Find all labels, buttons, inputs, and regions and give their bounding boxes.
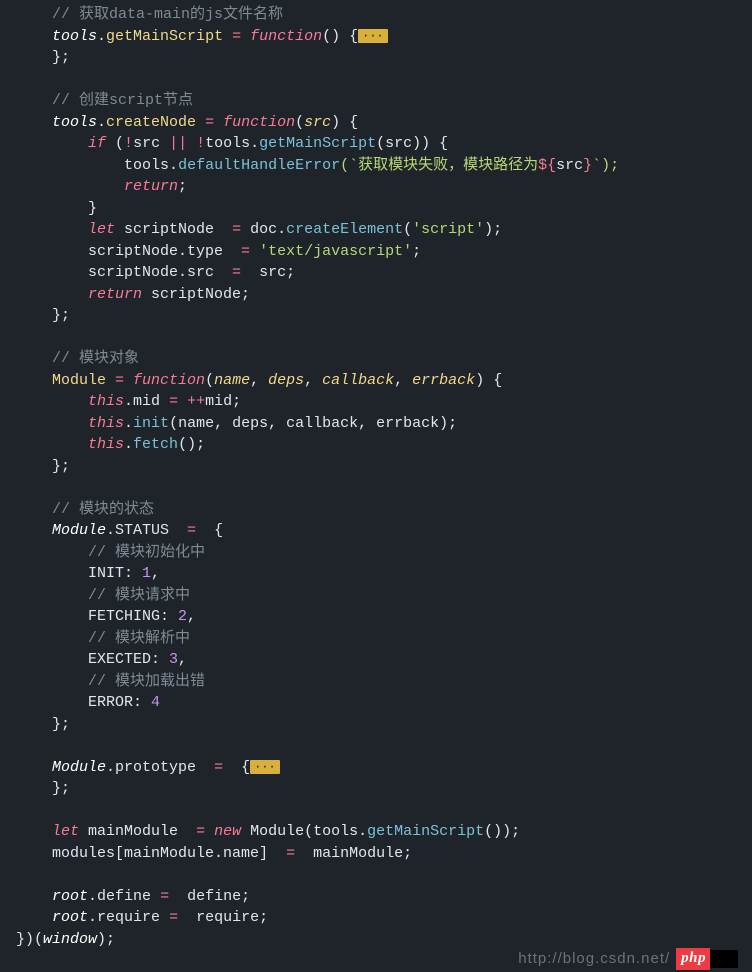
comment: // 模块的状态 — [52, 501, 154, 518]
code-block: // 获取data-main的js文件名称 tools.getMainScrip… — [0, 0, 752, 950]
watermark-tail — [710, 950, 738, 968]
comment: // 创建script节点 — [52, 92, 193, 109]
fn-Module: Module — [52, 372, 106, 389]
watermark: http://blog.csdn.net/ php — [518, 948, 738, 971]
obj-tools: tools — [52, 28, 97, 45]
comment: // 获取data-main的js文件名称 — [52, 6, 283, 23]
fn-getMainScript: getMainScript — [106, 28, 223, 45]
fold-icon[interactable]: ··· — [358, 29, 388, 43]
fold-icon[interactable]: ··· — [250, 760, 280, 774]
fn-createNode: createNode — [106, 114, 196, 131]
comment: // 模块对象 — [52, 350, 139, 367]
watermark-url: http://blog.csdn.net/ — [518, 948, 670, 970]
watermark-badge: php — [676, 948, 710, 971]
